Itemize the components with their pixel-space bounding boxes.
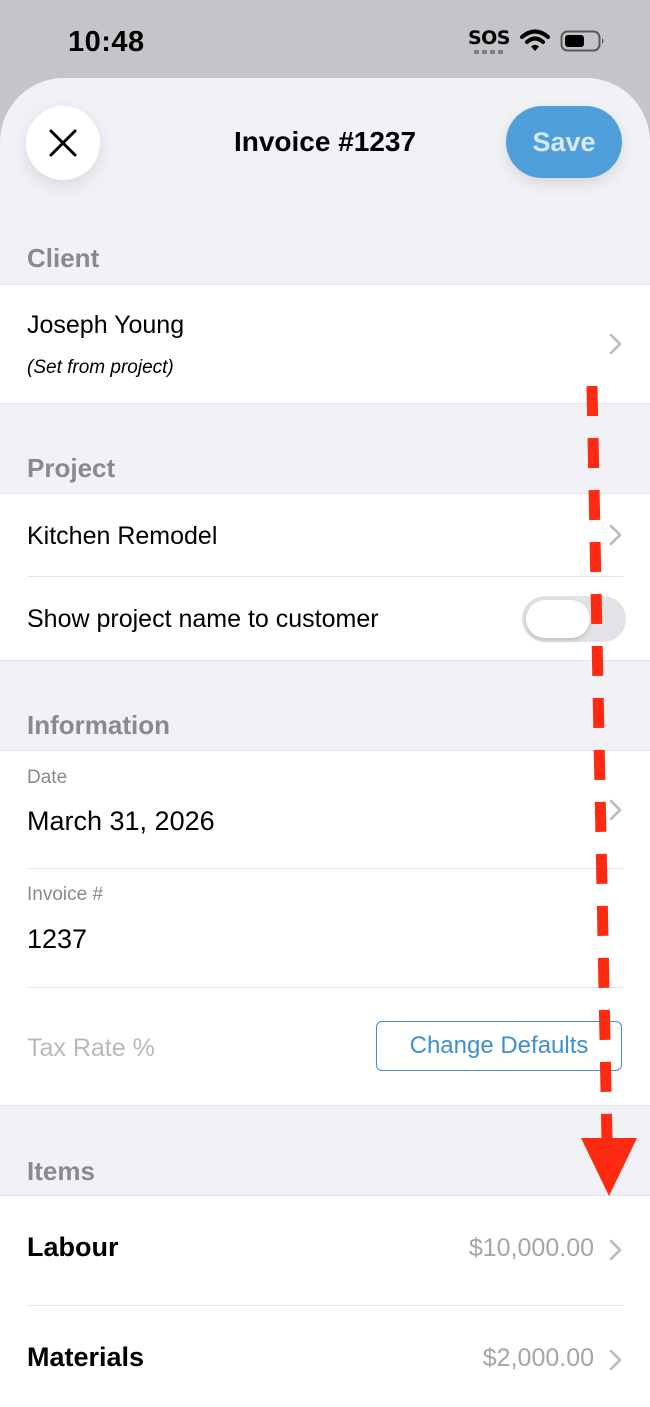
signal-dots-icon bbox=[474, 50, 504, 54]
project-name: Kitchen Remodel bbox=[27, 522, 218, 550]
date-row[interactable]: Date March 31, 2026 bbox=[27, 751, 650, 868]
client-group: Joseph Young (Set from project) bbox=[0, 284, 650, 404]
section-header-client: Client bbox=[27, 243, 100, 273]
invoice-number-value[interactable]: 1237 bbox=[27, 924, 87, 955]
list-item[interactable]: Labour $10,000.00 bbox=[0, 1196, 650, 1304]
sos-label: SOS bbox=[467, 27, 511, 49]
status-icons: SOS bbox=[468, 28, 606, 54]
chevron-right-icon bbox=[609, 799, 622, 821]
invoice-number-row[interactable]: Invoice # 1237 bbox=[27, 869, 650, 987]
list-item[interactable]: Materials $2,000.00 bbox=[0, 1306, 650, 1407]
toggle-knob bbox=[526, 600, 590, 638]
chevron-right-icon bbox=[609, 524, 622, 546]
chevron-right-icon bbox=[609, 1239, 622, 1261]
chevron-right-icon bbox=[609, 333, 622, 355]
show-project-name-row: Show project name to customer bbox=[27, 577, 650, 661]
project-group: Kitchen Remodel Show project name to cus… bbox=[0, 493, 650, 661]
item-name: Materials bbox=[27, 1342, 145, 1372]
items-group: Labour $10,000.00 Materials $2,000.00 bbox=[0, 1195, 650, 1407]
date-value: March 31, 2026 bbox=[27, 806, 215, 836]
status-time: 10:48 bbox=[68, 26, 145, 58]
sos-indicator: SOS bbox=[467, 27, 511, 54]
tax-rate-row: Tax Rate % Change Defaults bbox=[27, 988, 650, 1106]
invoice-sheet: Invoice # 1237 Save Client Joseph Young (… bbox=[0, 78, 650, 1407]
client-name: Joseph Young bbox=[27, 311, 185, 339]
show-project-name-label: Show project name to customer bbox=[27, 605, 379, 633]
client-row[interactable]: Joseph Young (Set from project) bbox=[27, 285, 650, 403]
section-header-information: Information bbox=[27, 710, 170, 740]
client-note: (Set from project) bbox=[27, 357, 174, 378]
section-header-project: Project bbox=[27, 453, 116, 483]
battery-icon bbox=[560, 30, 604, 52]
date-label: Date bbox=[27, 767, 68, 788]
invoice-number-label: Invoice # bbox=[27, 884, 104, 905]
item-amount: $10,000.00 bbox=[468, 1234, 594, 1262]
change-defaults-button[interactable]: Change Defaults bbox=[376, 1021, 622, 1071]
status-bar: 10:48 SOS bbox=[0, 0, 650, 80]
item-amount: $2,000.00 bbox=[482, 1344, 594, 1372]
save-button[interactable]: Save bbox=[506, 106, 622, 178]
chevron-right-icon bbox=[609, 1349, 622, 1371]
project-row[interactable]: Kitchen Remodel bbox=[27, 494, 650, 576]
wifi-icon bbox=[520, 29, 550, 51]
section-header-items: Items bbox=[27, 1156, 95, 1186]
item-name: Labour bbox=[27, 1232, 119, 1262]
information-group: Date March 31, 2026 Invoice # 1237 Tax R… bbox=[0, 750, 650, 1106]
show-project-name-toggle[interactable] bbox=[522, 596, 626, 642]
tax-rate-input[interactable]: Tax Rate % bbox=[27, 1034, 155, 1063]
